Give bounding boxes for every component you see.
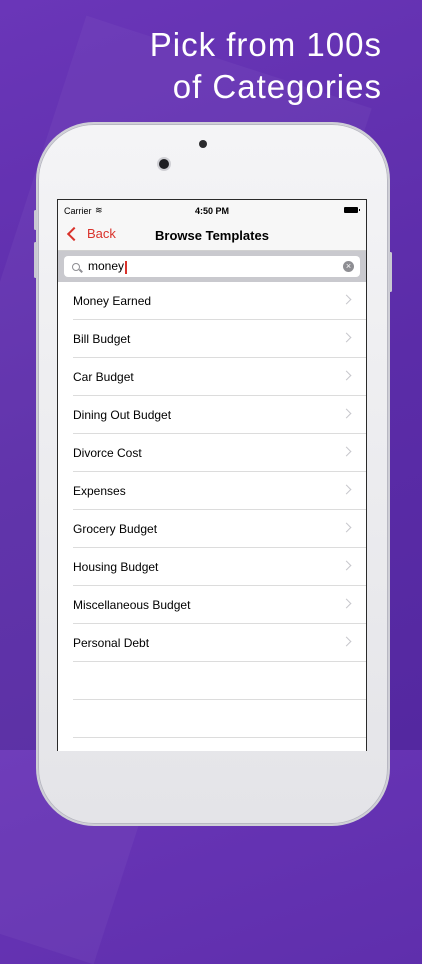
chevron-right-icon	[341, 484, 352, 495]
empty-row	[73, 700, 366, 738]
power-button	[389, 252, 392, 292]
list-item[interactable]: Divorce Cost	[73, 434, 366, 472]
chevron-right-icon	[341, 370, 352, 381]
battery-icon	[344, 207, 360, 213]
app-screen: Carrier ≋ 4:50 PM Back Browse Templates …	[57, 199, 367, 751]
chevron-right-icon	[341, 446, 352, 457]
text-cursor	[125, 260, 127, 274]
search-text: money	[88, 259, 127, 274]
list-item-label: Dining Out Budget	[73, 408, 172, 422]
list-item[interactable]: Dining Out Budget	[73, 396, 366, 434]
clear-search-icon[interactable]: ×	[343, 261, 354, 272]
list-item[interactable]: Bill Budget	[73, 320, 366, 358]
list-item-label: Housing Budget	[73, 560, 159, 574]
chevron-right-icon	[341, 598, 352, 609]
list-item-label: Expenses	[73, 484, 126, 498]
list-item-label: Personal Debt	[73, 636, 150, 650]
search-icon	[72, 262, 80, 271]
list-item-label: Divorce Cost	[73, 446, 142, 460]
list-item[interactable]: Miscellaneous Budget	[73, 586, 366, 624]
list-item[interactable]: Grocery Budget	[73, 510, 366, 548]
list-item-label: Money Earned	[73, 294, 152, 308]
list-item[interactable]: Money Earned	[73, 282, 366, 320]
front-camera	[159, 159, 169, 169]
list-item[interactable]: Car Budget	[73, 358, 366, 396]
speaker-dot	[199, 140, 207, 148]
list-item[interactable]: Housing Budget	[73, 548, 366, 586]
chevron-right-icon	[341, 408, 352, 419]
list-item-label: Grocery Budget	[73, 522, 158, 536]
status-bar: Carrier ≋ 4:50 PM	[58, 200, 366, 220]
list-item-label: Bill Budget	[73, 332, 131, 346]
volume-button	[34, 210, 37, 230]
search-bar: money ×	[58, 251, 366, 282]
chevron-right-icon	[341, 560, 352, 571]
list-item-label: Miscellaneous Budget	[73, 598, 191, 612]
template-list: Money Earned Bill Budget Car Budget Dini…	[58, 282, 366, 751]
empty-row	[73, 662, 366, 700]
status-time: 4:50 PM	[194, 206, 229, 216]
list-item-label: Car Budget	[73, 370, 134, 384]
empty-row	[73, 738, 366, 751]
volume-button	[34, 242, 37, 278]
chevron-right-icon	[341, 636, 352, 647]
navigation-bar: Back Browse Templates	[58, 220, 366, 251]
chevron-right-icon	[341, 294, 352, 305]
headline-line-2: of Categories	[172, 68, 382, 105]
list-item[interactable]: Expenses	[73, 472, 366, 510]
chevron-right-icon	[341, 332, 352, 343]
search-value: money	[88, 259, 125, 274]
marketing-headline: Pick from 100s of Categories	[22, 24, 382, 108]
search-input[interactable]: money ×	[64, 256, 360, 277]
chevron-right-icon	[341, 522, 352, 533]
page-title: Browse Templates	[155, 228, 269, 243]
headline-line-1: Pick from 100s	[149, 26, 382, 63]
list-item[interactable]: Personal Debt	[73, 624, 366, 662]
